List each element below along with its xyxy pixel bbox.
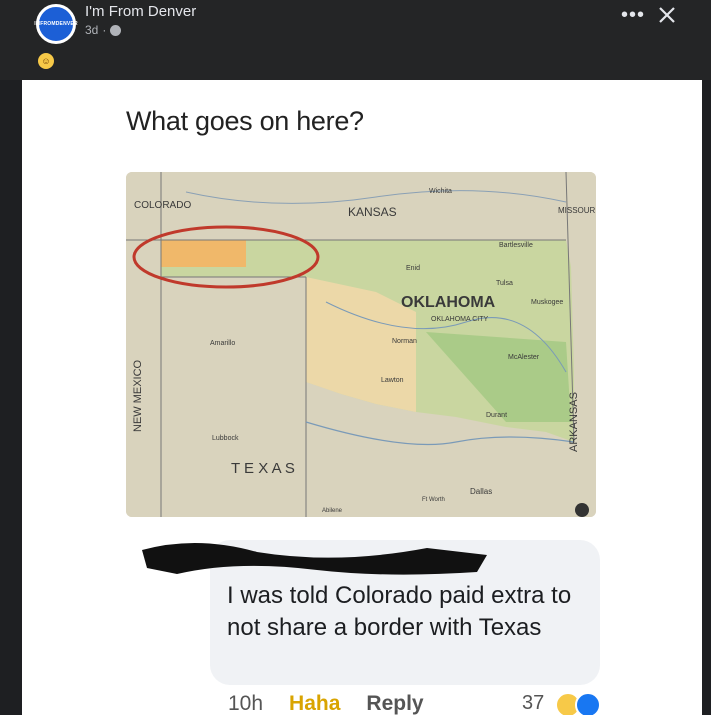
map-label-kansas: KANSAS <box>348 205 397 219</box>
more-options-icon[interactable]: ••• <box>621 4 645 27</box>
map-label-missouri: MISSOUR <box>558 206 596 215</box>
map-city-muskogee: Muskogee <box>531 299 564 306</box>
map-city-durant: Durant <box>486 412 508 419</box>
map-city-enid: Enid <box>406 265 421 272</box>
map-label-texas: T E X A S <box>231 460 295 477</box>
map-city-lawton: Lawton <box>381 377 404 384</box>
haha-button[interactable]: Haha <box>289 692 340 715</box>
map-city-norman: Norman <box>392 338 417 345</box>
map-city-tulsa: Tulsa <box>496 280 513 287</box>
avatar-text: IMFROMDENVER <box>34 21 78 27</box>
comment-time[interactable]: 10h <box>228 692 263 715</box>
comment-text: I was told Colorado paid extra to not sh… <box>227 582 572 641</box>
map-city-bartlesville: Bartlesville <box>499 242 533 249</box>
post-content: What goes on here? COLORADO KANSAS MISSO… <box>22 80 702 715</box>
map-city-ftworth: Ft Worth <box>422 497 445 503</box>
laughing-emoji-icon: ☺ <box>38 53 54 69</box>
globe-icon <box>110 24 122 36</box>
map-city-amarillo: Amarillo <box>210 340 236 347</box>
map-label-colorado: COLORADO <box>134 200 192 211</box>
close-icon[interactable] <box>656 4 678 26</box>
map-city-okc: OKLAHOMA CITY <box>431 316 489 323</box>
post-meta: 3d · <box>85 23 122 37</box>
post-timestamp[interactable]: 3d <box>85 23 98 37</box>
map-city-dallas: Dallas <box>470 487 493 496</box>
post-title: What goes on here? <box>126 106 364 136</box>
post-header: IMFROMDENVER I'm From Denver 3d · ☺ ••• <box>0 0 711 80</box>
page-name[interactable]: I'm From Denver <box>85 3 196 20</box>
map-label-oklahoma: OKLAHOMA <box>401 294 496 311</box>
map-graphic <box>126 172 596 517</box>
redacted-name-scribble <box>137 530 492 580</box>
map-image[interactable]: COLORADO KANSAS MISSOUR OKLAHOMA ARKANSA… <box>126 172 596 517</box>
map-city-wichita: Wichita <box>429 188 452 195</box>
map-label-arkansas: ARKANSAS <box>568 392 580 452</box>
reaction-count[interactable]: 37 <box>522 692 544 715</box>
like-reaction-icon <box>575 692 601 715</box>
map-city-lubbock: Lubbock <box>212 435 239 442</box>
reply-button[interactable]: Reply <box>366 692 423 715</box>
comment-actions: 10h Haha Reply <box>228 692 424 715</box>
map-city-abilene: Abilene <box>322 508 343 514</box>
map-label-new-mexico: NEW MEXICO <box>132 359 144 432</box>
map-city-mcalester: McAlester <box>508 354 540 361</box>
avatar[interactable]: IMFROMDENVER <box>34 4 78 44</box>
